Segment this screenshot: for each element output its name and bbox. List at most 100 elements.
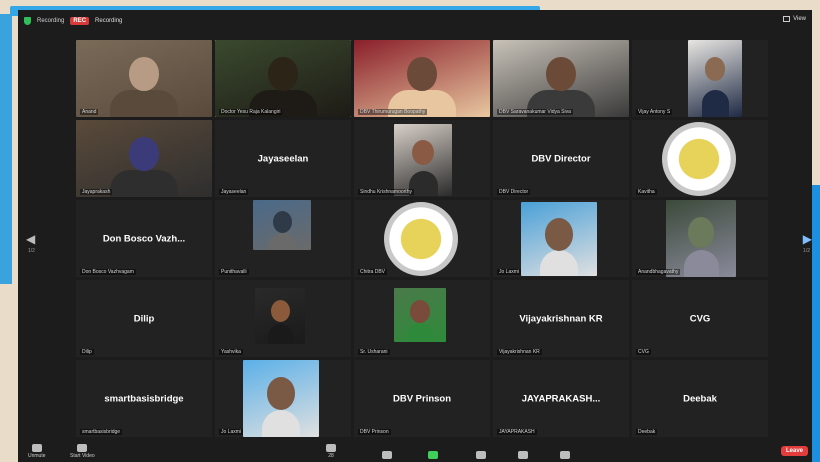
participant-tile[interactable]: Sr. Usharani [354,280,490,357]
participant-display-name: CVG [689,313,711,324]
gallery-view-icon [783,16,791,22]
security-shield-icon[interactable] [24,17,31,25]
participant-video [493,40,629,117]
record-button[interactable] [476,451,486,459]
bg-accent-left [0,14,12,284]
participant-tile[interactable]: Don Bosco Vazh... Don Bosco Vazhvagam [76,200,212,277]
participant-tile[interactable]: Anand [76,40,212,117]
participant-face [544,218,574,251]
participant-name-label: Kavitha [636,189,657,195]
view-button[interactable]: View [783,16,806,22]
prev-page-indicator: 1/2 [28,248,35,254]
participant-video [688,40,742,117]
participant-display-name: JAYAPRAKASH... [521,393,601,404]
participant-tile[interactable]: CVG CVG [632,280,768,357]
chat-button[interactable] [382,451,392,459]
share-screen-button[interactable] [428,451,438,459]
participant-name-label: CVG [636,349,651,355]
participant-face [270,300,290,323]
participant-display-name: Jayaseelan [257,153,309,164]
video-label: Start Video [70,453,95,459]
participant-tile[interactable]: Jo Laxmi [215,360,351,437]
participant-face [407,56,437,91]
meeting-title: Recording [37,18,65,24]
participant-tile[interactable]: Dilip Dilip [76,280,212,357]
participant-tile[interactable]: Jo Laxmi [493,200,629,277]
participants-icon [326,444,336,452]
participant-name-label: Punithavalli [219,269,249,275]
participant-name-label: DBV Saravanakumar Vidya Siva [497,109,573,115]
participant-face [266,376,296,411]
participant-name-label: DBV Director [497,189,531,195]
participant-name-label: DBV Prinson [358,429,391,435]
participant-tile[interactable]: DBV Director DBV Director [493,120,629,197]
recording-status: Recording [95,18,123,24]
participant-video [76,120,212,197]
participant-name-label: Jayaseelan [219,189,249,195]
participant-name-label: Dilip [80,349,94,355]
participant-tile[interactable]: Yashvika [215,280,351,357]
prev-page-arrow-icon[interactable]: ◀ [26,232,35,246]
apps-button[interactable] [560,451,570,459]
share-screen-icon [428,451,438,459]
mute-button[interactable]: Unmute [28,444,46,459]
security-button[interactable]: 28 [326,444,336,459]
participant-body [540,250,578,276]
participant-video [243,360,319,437]
reactions-button[interactable] [518,451,528,459]
reactions-icon [518,451,528,459]
participant-tile[interactable]: JAYAPRAKASH... JAYAPRAKASH [493,360,629,437]
participant-face [687,216,715,248]
participant-name-label: Doctor Yesu Raja Kalangiri [219,109,283,115]
next-page-arrow-icon[interactable]: ▶ [803,232,812,246]
participant-body [267,324,293,344]
participant-tile[interactable]: smartbasisbridge smartbasisbridge [76,360,212,437]
participant-face [411,139,434,166]
participant-tile[interactable]: Doctor Yesu Raja Kalangiri [215,40,351,117]
participant-name-label: Yashvika [219,349,243,355]
leave-button[interactable]: Leave [780,446,808,456]
participant-tile[interactable]: Jayaseelan Jayaseelan [215,120,351,197]
participant-name-label: Jayaprakash [80,189,113,195]
participant-tile[interactable]: Chitra DBV [354,200,490,277]
participant-body [267,232,297,250]
participant-display-name: Vijayakrishnan KR [519,313,603,324]
participant-body [407,323,433,342]
participant-tile[interactable]: Deebak Deebak [632,360,768,437]
participant-name-label: Sindhu Krishnamoorthy [358,189,414,195]
organization-logo-image [384,202,458,276]
participant-tile[interactable]: Anandbhagavathy [632,200,768,277]
participant-name-label: Chitra DBV [358,269,388,275]
participant-face [410,299,430,323]
participant-tile[interactable]: Vijay Antony S [632,40,768,117]
participant-name-label: Vijay Antony S [636,109,673,115]
participant-video [76,40,212,117]
participant-body [262,410,300,437]
zoom-meeting-window: Recording REC Recording View ◀ 1/2 ▶ 1/2… [18,10,812,462]
participant-video [394,124,452,196]
participant-tile[interactable]: Punithavalli [215,200,351,277]
participant-name-label: Jo Laxmi [219,429,244,435]
participant-video [521,202,597,276]
participant-video [215,40,351,117]
participant-name-label: Sr. Usharani [358,349,390,355]
participant-tile[interactable]: Vijayakrishnan KR Vijayakrishnan KR [493,280,629,357]
participant-face [129,56,159,91]
participant-video [666,200,736,277]
participant-body [701,90,729,117]
participant-tile[interactable]: DBV Thirumurugan Boopathy [354,40,490,117]
participant-tile[interactable]: Sindhu Krishnamoorthy [354,120,490,197]
participant-tile[interactable]: Jayaprakash [76,120,212,197]
video-button[interactable]: Start Video [70,444,95,459]
participant-name-label: Anand [80,109,99,115]
participant-name-label: Deebak [636,429,658,435]
record-icon [476,451,486,459]
participant-tile[interactable]: Kavitha [632,120,768,197]
recording-badge: REC [70,17,90,25]
view-label: View [793,16,806,22]
camera-icon [77,444,88,452]
participant-video [394,288,446,342]
participant-tile[interactable]: DBV Prinson DBV Prinson [354,360,490,437]
participant-tile[interactable]: DBV Saravanakumar Vidya Siva [493,40,629,117]
participant-video [354,40,490,117]
